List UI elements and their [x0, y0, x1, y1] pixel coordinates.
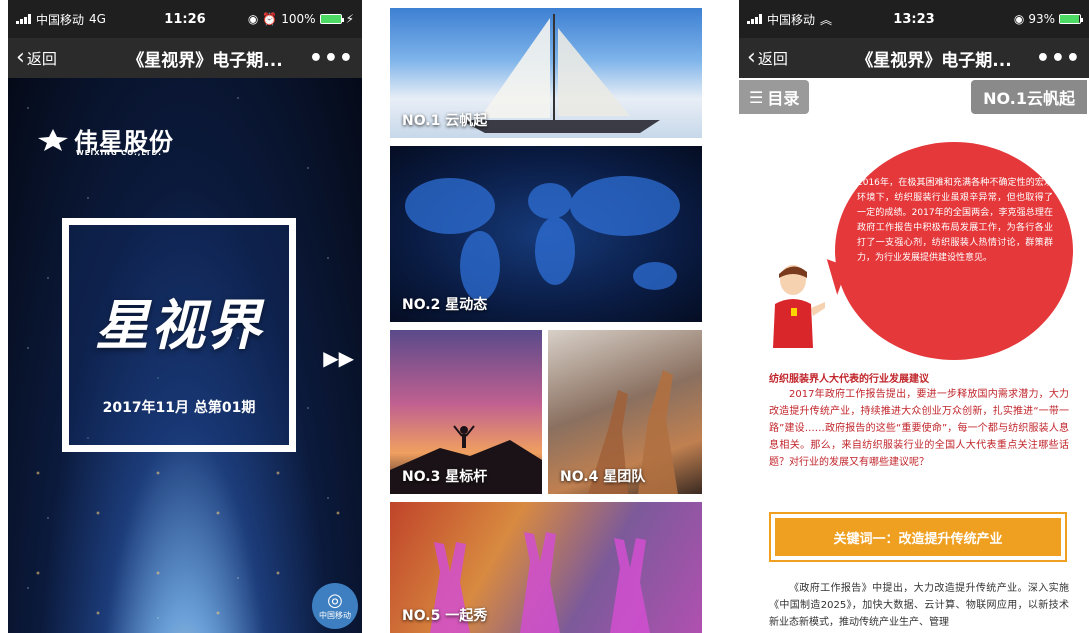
- article-toolbar: ☰ 目录 NO.1云帆起: [739, 78, 1089, 116]
- location-icon: ◉: [247, 12, 259, 26]
- tile-no3[interactable]: NO.3 星标杆: [390, 330, 542, 494]
- chevron-left-icon: ‹: [747, 45, 756, 70]
- tile-label: NO.1 云帆起: [402, 113, 488, 129]
- network-type: 4G: [89, 12, 106, 26]
- carrier-name: 中国移动: [36, 12, 85, 27]
- carrier-name: 中国移动: [767, 12, 816, 27]
- contents-screen: NO.1 云帆起 NO.2 星动态 NO.3 星标杆 NO.4 星团队 NO.5…: [390, 0, 702, 633]
- status-bar: 中国移动 ︽ 13:23 ◉ 93%: [739, 0, 1089, 38]
- section-body: 2017年政府工作报告提出，要进一步释放国内需求潜力，大力改造提升传统产业，持续…: [769, 389, 1069, 468]
- back-button[interactable]: ‹ 返回: [16, 47, 57, 69]
- keyword-box: 关键词一：改造提升传统产业: [769, 512, 1067, 562]
- tile-no5[interactable]: NO.5 一起秀: [390, 502, 702, 633]
- page-title: 《星视界》电子期...: [856, 50, 1012, 71]
- status-bar: 中国移动 4G 11:26 ◉ ⏰ 100% ⚡: [8, 0, 362, 38]
- battery-percent: 93%: [1028, 12, 1055, 26]
- title-frame: 星视界 2017年11月 总第01期: [62, 218, 296, 452]
- tile-no2[interactable]: NO.2 星动态: [390, 146, 702, 322]
- back-button[interactable]: ‹ 返回: [747, 47, 788, 69]
- page-title: 《星视界》电子期...: [127, 50, 283, 71]
- article-screen: 中国移动 ︽ 13:23 ◉ 93% ‹ 返回 《星视界》电子期... ••• …: [739, 0, 1089, 633]
- star-logo-icon: [38, 128, 68, 151]
- more-menu-button[interactable]: •••: [1036, 46, 1081, 71]
- alarm-icon: ⏰: [262, 12, 278, 26]
- cover-image[interactable]: 伟星股份 WEIXING CO.,LTD. 星视界 2017年11月 总第01期…: [8, 78, 362, 633]
- issue-info: 2017年11月 总第01期: [102, 400, 256, 416]
- tile-no1[interactable]: NO.1 云帆起: [390, 8, 702, 138]
- tile-label: NO.5 一起秀: [402, 608, 488, 624]
- charging-icon: ⚡: [345, 12, 354, 26]
- carrier-badge-label: 中国移动: [319, 610, 351, 620]
- location-icon: ◉: [1013, 12, 1025, 26]
- signal-icon: [747, 14, 762, 24]
- tile-label: NO.2 星动态: [402, 297, 488, 313]
- status-right: ◉ ⏰ 100% ⚡: [248, 12, 354, 26]
- speech-bubble-text: 2016年，在极其困难和充满各种不确定性的宏观环境下，纺织服装行业虽艰辛异常，但…: [857, 178, 1053, 263]
- earth-night-lights: [8, 433, 362, 633]
- toc-label: 目录: [767, 89, 800, 108]
- battery-percent: 100%: [281, 12, 316, 26]
- tile-no4[interactable]: NO.4 星团队: [548, 330, 702, 494]
- cover-screen: 中国移动 4G 11:26 ◉ ⏰ 100% ⚡ ‹ 返回 《星视界》电子期..…: [8, 0, 362, 633]
- status-right: ◉ 93%: [1013, 12, 1083, 26]
- nav-bar: ‹ 返回 《星视界》电子期... •••: [739, 38, 1089, 78]
- article-paragraph: 《政府工作报告》中提出，大力改造提升传统产业。深入实施《中国制造2025》，加快…: [769, 583, 1069, 628]
- carrier-info: 中国移动 4G: [16, 11, 106, 28]
- keyword-button[interactable]: 关键词一：改造提升传统产业: [775, 518, 1061, 556]
- brand-subtitle: WEIXING CO.,LTD.: [76, 149, 162, 157]
- tile-label: NO.4 星团队: [560, 469, 646, 485]
- toc-button[interactable]: ☰ 目录: [739, 80, 810, 114]
- signal-icon: [16, 14, 31, 24]
- carrier-badge: ◎ 中国移动: [312, 583, 358, 629]
- menu-icon: ☰: [749, 87, 764, 107]
- battery-icon: [1059, 14, 1083, 24]
- carrier-info: 中国移动 ︽: [747, 11, 832, 28]
- nav-bar: ‹ 返回 《星视界》电子期... •••: [8, 38, 362, 78]
- cartoon-man-illustration: [773, 265, 825, 348]
- china-mobile-logo-icon: ◎: [327, 589, 343, 611]
- battery-fill: [1060, 15, 1079, 23]
- battery-fill: [320, 15, 341, 23]
- wifi-icon: ︽: [820, 12, 833, 27]
- magazine-title: 星视界: [95, 294, 263, 357]
- company-logo: 伟星股份 WEIXING CO.,LTD.: [38, 122, 174, 157]
- section-badge[interactable]: NO.1云帆起: [971, 80, 1087, 114]
- tile-label: NO.3 星标杆: [402, 469, 488, 485]
- back-label: 返回: [26, 49, 57, 68]
- more-menu-button[interactable]: •••: [309, 46, 354, 71]
- double-chevron-right-icon[interactable]: ▶▶: [323, 346, 354, 370]
- chevron-left-icon: ‹: [16, 45, 25, 70]
- section-title: 纺织服装界人大代表的行业发展建议: [769, 374, 929, 385]
- battery-icon: [319, 14, 344, 24]
- back-label: 返回: [757, 49, 788, 68]
